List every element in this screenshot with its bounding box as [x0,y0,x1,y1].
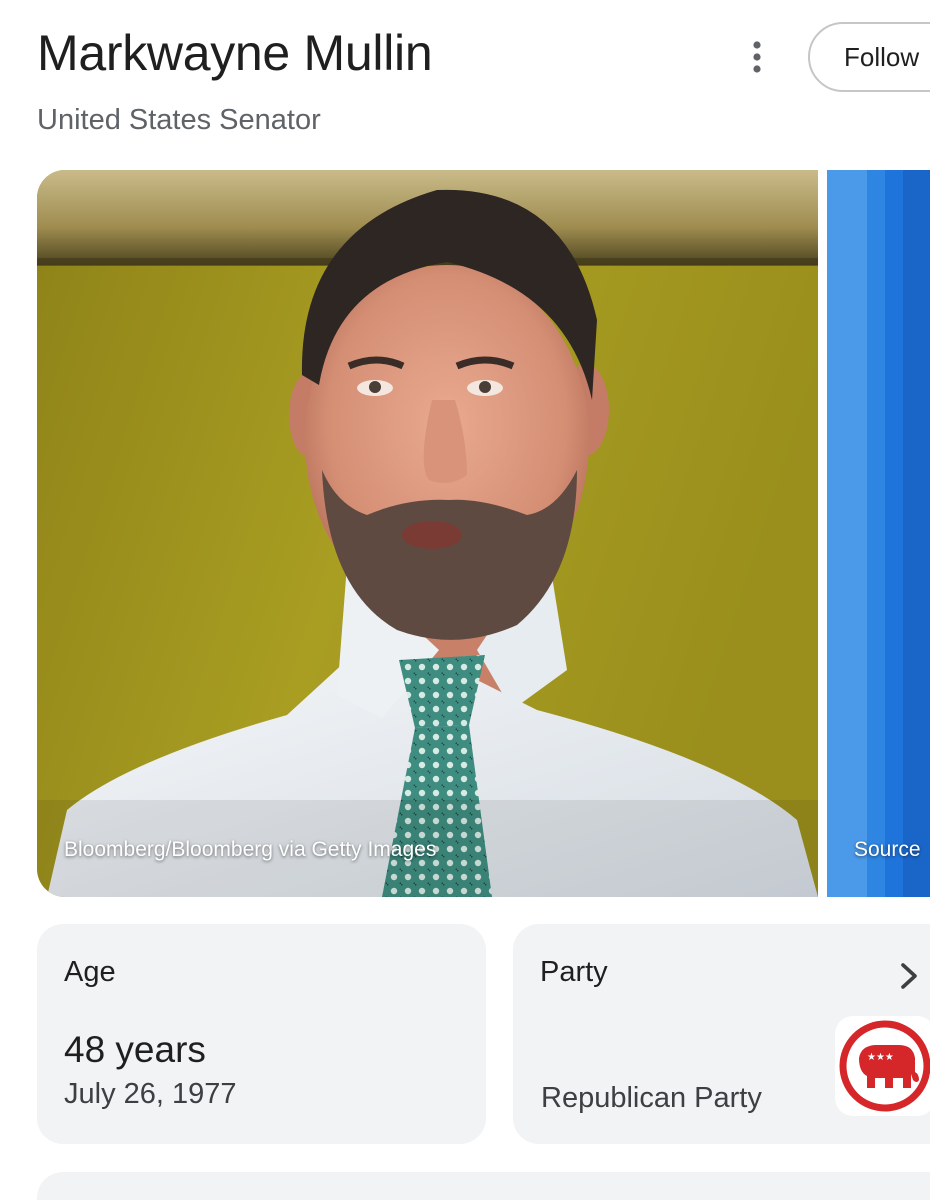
age-card[interactable]: Age 48 years July 26, 1977 [37,924,486,1144]
republican-elephant-icon: ★★★ [835,1016,930,1116]
party-value: Republican Party [541,1082,762,1114]
svg-text:★★★: ★★★ [867,1052,894,1063]
age-label: Age [64,956,116,988]
age-value: 48 years [64,1029,206,1070]
more-options-button[interactable] [738,38,776,76]
entity-title: Markwayne Mullin [37,25,433,81]
party-card[interactable]: Party Republican Party ★★★ [513,924,930,1144]
photo-credit: Bloomberg/Bloomberg via Getty Images [64,838,437,861]
photo-credit-secondary: Source [854,838,921,861]
follow-button-label: Follow [844,41,920,72]
chevron-right-icon[interactable] [895,960,923,992]
next-info-card[interactable] [37,1172,930,1200]
entity-subtitle: United States Senator [37,104,321,136]
follow-button[interactable]: Follow [808,22,930,92]
portrait-photo[interactable] [37,170,818,897]
secondary-photo[interactable] [827,170,930,897]
party-label: Party [540,956,608,988]
more-vert-icon [753,41,761,73]
birth-date: July 26, 1977 [64,1078,237,1110]
knowledge-panel: Markwayne Mullin United States Senator F… [0,0,930,1200]
